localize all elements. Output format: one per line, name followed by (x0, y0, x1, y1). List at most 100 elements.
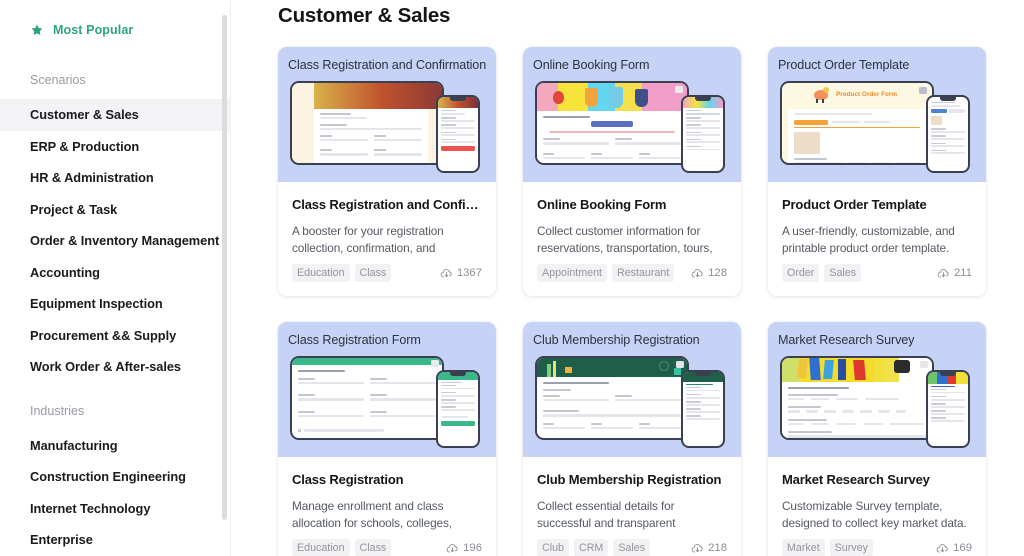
card-footer: Appointment Restaurant 128 (537, 264, 727, 296)
laptop-mockup (535, 81, 689, 165)
card-tag[interactable]: Restaurant (612, 264, 675, 282)
sidebar-item-customer-and-sales[interactable]: Customer & Sales (0, 99, 231, 131)
phone-mockup (926, 95, 970, 173)
template-card[interactable]: Class Registration and Confirmation Form (278, 47, 496, 296)
card-tag[interactable]: Class (354, 264, 392, 282)
device-mockup (290, 81, 480, 173)
template-card[interactable]: Market Research Survey Market Research S… (768, 322, 986, 556)
card-banner-title: Online Booking Form (533, 58, 650, 72)
sidebar-item-procurement-and-supply[interactable]: Procurement && Supply (0, 320, 231, 352)
template-card[interactable]: Online Booking Form Online Booking Form … (523, 47, 741, 296)
sidebar-item-internet-technology[interactable]: Internet Technology (0, 493, 231, 525)
cloud-download-icon (937, 267, 950, 280)
card-tag[interactable]: Survey (829, 539, 873, 556)
phone-mockup (681, 370, 725, 448)
card-banner-title: Market Research Survey (778, 333, 915, 347)
card-tags: Club CRM Sales (537, 539, 651, 556)
phone-mockup (436, 95, 480, 173)
device-mockup (290, 356, 480, 448)
download-count-value: 211 (953, 267, 972, 279)
cloud-download-icon (691, 267, 704, 280)
card-download-count: 128 (691, 267, 727, 280)
card-banner-title: Class Registration and Confirmation Form (288, 58, 486, 72)
card-description: Manage enrollment and class allocation f… (292, 499, 452, 530)
laptop-mockup (290, 81, 444, 165)
card-footer: Education Class 196 (292, 539, 482, 556)
sidebar-item-most-popular[interactable]: Most Popular (0, 18, 231, 42)
card-tag[interactable]: Market (782, 539, 825, 556)
template-card[interactable]: Class Registration Form Class Registrati… (278, 322, 496, 556)
card-tag[interactable]: Education (292, 264, 350, 282)
sidebar-item-erp-and-production[interactable]: ERP & Production (0, 131, 231, 163)
laptop-mockup (290, 356, 444, 440)
card-tags: Order Sales (782, 264, 862, 282)
sidebar-item-enterprise[interactable]: Enterprise (0, 524, 231, 556)
phone-mockup (436, 370, 480, 448)
card-tag[interactable]: Class (354, 539, 392, 556)
card-tag[interactable]: Education (292, 539, 350, 556)
device-mockup (780, 356, 970, 448)
card-download-count: 218 (691, 542, 727, 555)
cloud-download-icon (440, 267, 453, 280)
main-content: Customer & Sales Class Registration and … (231, 0, 1024, 556)
sidebar-content: Most Popular Scenarios Customer & Sales … (0, 0, 231, 556)
template-gallery-app: Most Popular Scenarios Customer & Sales … (0, 0, 1024, 556)
card-tag[interactable]: CRM (573, 539, 609, 556)
card-title: Club Membership Registration (537, 472, 722, 487)
card-download-count: 169 (936, 542, 972, 555)
sidebar-scrollbar[interactable] (222, 0, 227, 556)
sidebar-item-hr-and-administration[interactable]: HR & Administration (0, 162, 231, 194)
card-tag[interactable]: Sales (613, 539, 651, 556)
card-preview-banner: Class Registration Form (278, 322, 496, 457)
card-preview-banner: Club Membership Registration (523, 322, 741, 457)
card-tag[interactable]: Appointment (537, 264, 608, 282)
most-popular-label: Most Popular (53, 23, 134, 37)
sidebar-scrollbar-thumb[interactable] (222, 15, 227, 520)
card-description: Collect essential details for successful… (537, 499, 676, 530)
sidebar-item-project-and-task[interactable]: Project & Task (0, 194, 231, 226)
card-title: Market Research Survey (782, 472, 930, 487)
card-title: Class Registration (292, 472, 404, 487)
card-preview-banner: Market Research Survey (768, 322, 986, 457)
card-description: Collect customer information for reserva… (537, 224, 713, 255)
device-mockup (535, 81, 725, 173)
card-description: A booster for your registration collecti… (292, 224, 444, 255)
card-body: Club Membership Registration Collect ess… (523, 457, 741, 556)
page-title: Customer & Sales (278, 4, 451, 27)
card-tags: Appointment Restaurant (537, 264, 675, 282)
card-tag[interactable]: Order (782, 264, 820, 282)
download-count-value: 218 (708, 542, 727, 554)
card-download-count: 211 (937, 267, 972, 280)
sidebar: Most Popular Scenarios Customer & Sales … (0, 0, 231, 556)
download-count-value: 128 (708, 267, 727, 279)
card-tags: Education Class (292, 539, 392, 556)
card-tags: Education Class (292, 264, 392, 282)
download-count-value: 1367 (456, 267, 482, 279)
template-card-grid: Class Registration and Confirmation Form (278, 47, 1024, 556)
cloud-download-icon (936, 542, 949, 555)
sidebar-item-manufacturing[interactable]: Manufacturing (0, 430, 231, 462)
card-banner-title: Product Order Template (778, 58, 910, 72)
card-footer: Order Sales 211 (782, 264, 972, 296)
cloud-download-icon (446, 542, 459, 555)
device-mockup (535, 356, 725, 448)
card-download-count: 196 (446, 542, 482, 555)
card-preview-banner: Class Registration and Confirmation Form (278, 47, 496, 182)
sidebar-item-accounting[interactable]: Accounting (0, 257, 231, 289)
download-count-value: 169 (953, 542, 972, 554)
card-body: Market Research Survey Customizable Surv… (768, 457, 986, 556)
template-card[interactable]: Club Membership Registration Club Member… (523, 322, 741, 556)
sidebar-item-equipment-inspection[interactable]: Equipment Inspection (0, 288, 231, 320)
card-body: Class Registration and Confir… A booster… (278, 182, 496, 296)
sidebar-item-order-and-inventory-management[interactable]: Order & Inventory Management (0, 225, 231, 257)
card-tag[interactable]: Club (537, 539, 569, 556)
card-footer: Club CRM Sales 218 (537, 539, 727, 556)
phone-mockup (681, 95, 725, 173)
card-footer: Market Survey 169 (782, 539, 972, 556)
sidebar-item-construction-engineering[interactable]: Construction Engineering (0, 461, 231, 493)
card-tag[interactable]: Sales (824, 264, 862, 282)
card-preview-banner: Product Order Template Product Order For… (768, 47, 986, 182)
template-card[interactable]: Product Order Template Product Order For… (768, 47, 986, 296)
phone-mockup (926, 370, 970, 448)
sidebar-item-work-order-and-after-sales[interactable]: Work Order & After-sales (0, 351, 231, 383)
